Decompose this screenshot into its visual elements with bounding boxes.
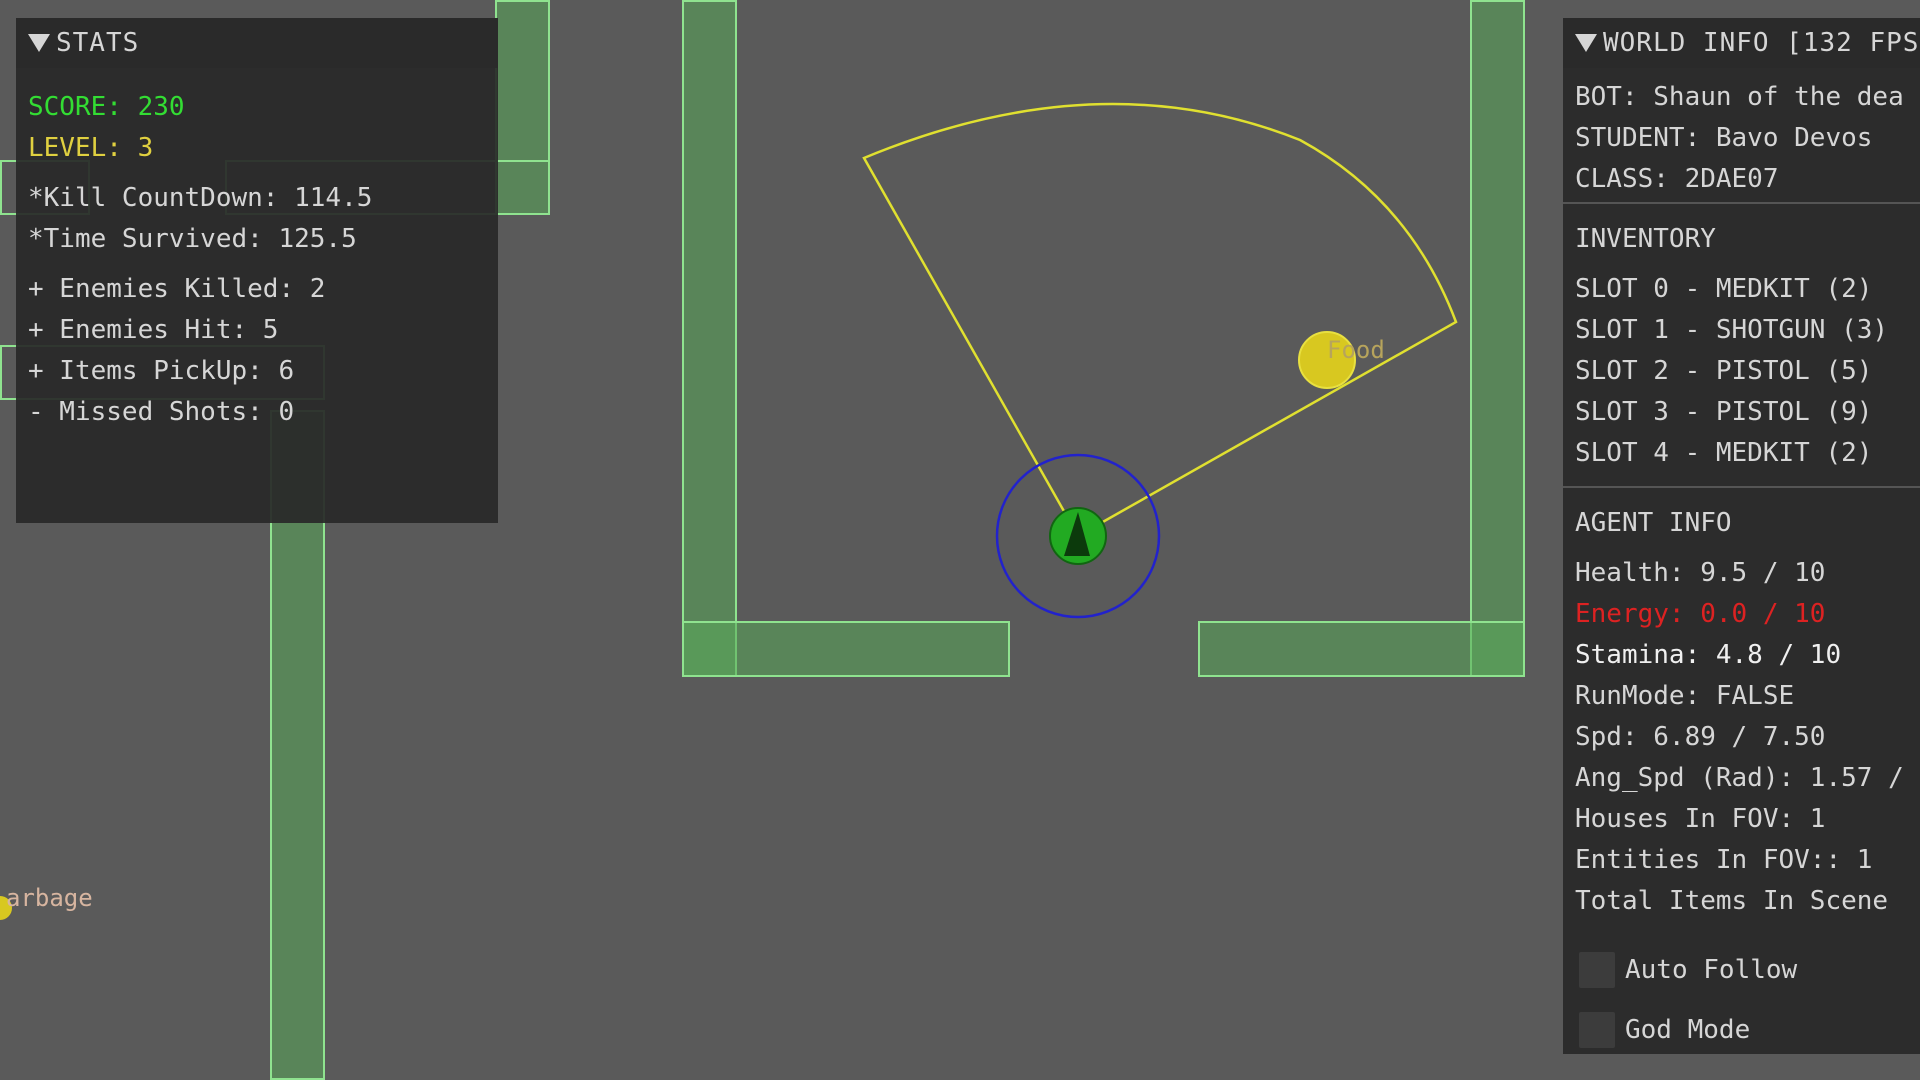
stats-panel[interactable]: STATS SCORE: 230 LEVEL: 3 *Kill CountDow…: [16, 18, 498, 523]
stats-title: STATS: [56, 28, 140, 58]
auto-follow-checkbox[interactable]: [1579, 952, 1615, 988]
stat-level: LEVEL: 3: [28, 133, 154, 163]
stats-panel-header[interactable]: STATS: [16, 18, 498, 68]
food-label: Food: [1327, 336, 1385, 364]
agent-speed: Spd: 6.89 / 7.50: [1575, 722, 1826, 752]
stat-score: SCORE: 230: [28, 92, 185, 122]
world-info-header[interactable]: WORLD INFO [132 FPS: [1563, 18, 1920, 68]
fov-cone: [862, 102, 1458, 538]
collapse-triangle-icon[interactable]: [1575, 34, 1597, 52]
divider: [1563, 486, 1920, 488]
world-info-title: WORLD INFO [132 FPS: [1603, 28, 1920, 58]
agent-stamina: Stamina: 4.8 / 10: [1575, 640, 1842, 670]
stat-time-survived: *Time Survived: 125.5: [28, 224, 357, 254]
class-name: CLASS: 2DAE07: [1575, 164, 1779, 194]
world-info-panel[interactable]: WORLD INFO [132 FPS BOT: Shaun of the de…: [1563, 18, 1920, 1054]
stat-enemies-hit: + Enemies Hit: 5: [28, 315, 279, 345]
bot-name: BOT: Shaun of the dea: [1575, 82, 1904, 112]
agent-angular-speed: Ang_Spd (Rad): 1.57 /: [1575, 763, 1904, 793]
god-mode-label[interactable]: God Mode: [1625, 1015, 1750, 1045]
stat-enemies-killed: + Enemies Killed: 2: [28, 274, 326, 304]
divider: [1563, 202, 1920, 204]
inventory-slot-2: SLOT 2 - PISTOL (5): [1575, 356, 1873, 386]
agent-energy: Energy: 0.0 / 10: [1575, 599, 1826, 629]
total-items-in-scene: Total Items In Scene: [1575, 886, 1889, 916]
inventory-slot-0: SLOT 0 - MEDKIT (2): [1575, 274, 1873, 304]
inventory-slot-1: SLOT 1 - SHOTGUN (3): [1575, 315, 1889, 345]
auto-follow-label[interactable]: Auto Follow: [1625, 955, 1797, 985]
collapse-triangle-icon[interactable]: [28, 34, 50, 52]
agent-health: Health: 9.5 / 10: [1575, 558, 1826, 588]
student-name: STUDENT: Bavo Devos: [1575, 123, 1873, 153]
god-mode-checkbox[interactable]: [1579, 1012, 1615, 1048]
stat-kill-countdown: *Kill CountDown: 114.5: [28, 183, 373, 213]
inventory-slot-3: SLOT 3 - PISTOL (9): [1575, 397, 1873, 427]
houses-in-fov: Houses In FOV: 1: [1575, 804, 1826, 834]
inventory-slot-4: SLOT 4 - MEDKIT (2): [1575, 438, 1873, 468]
agent-info-title: AGENT INFO: [1575, 508, 1732, 538]
stat-missed-shots: - Missed Shots: 0: [28, 397, 295, 427]
stat-items-pickup: + Items PickUp: 6: [28, 356, 295, 386]
entities-in-fov: Entities In FOV:: 1: [1575, 845, 1873, 875]
agent-runmode: RunMode: FALSE: [1575, 681, 1795, 711]
garbage-label: arbage: [6, 884, 93, 912]
inventory-title: INVENTORY: [1575, 224, 1716, 254]
